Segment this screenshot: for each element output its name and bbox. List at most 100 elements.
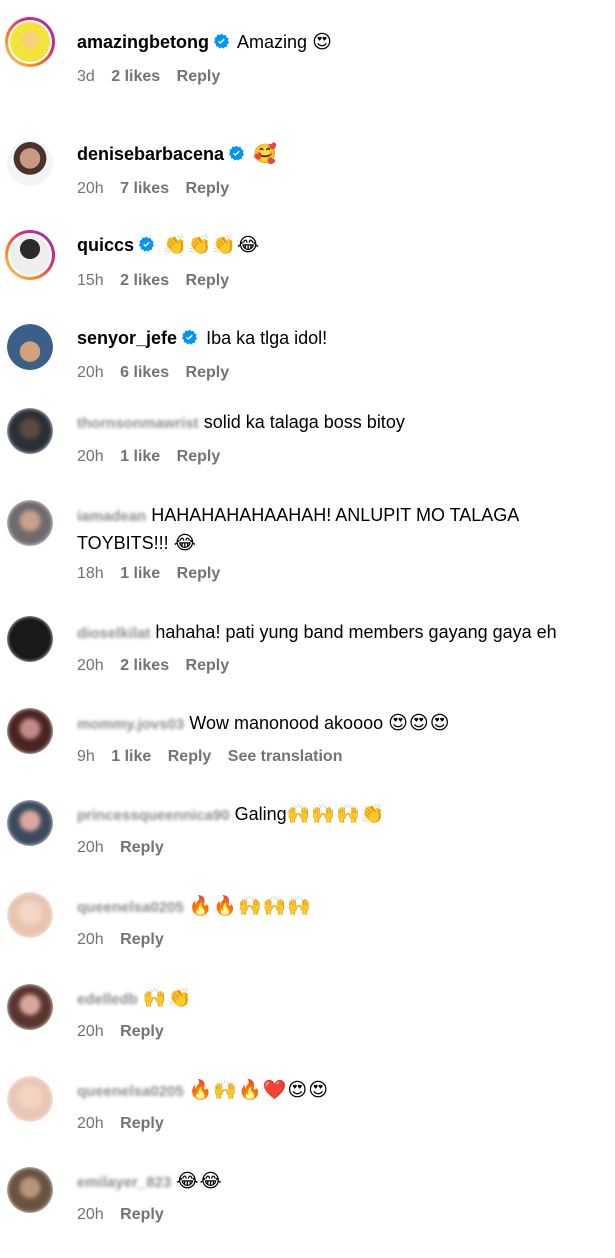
avatar[interactable]	[7, 324, 53, 370]
reply-button[interactable]: Reply	[186, 180, 230, 197]
timestamp[interactable]: 15h	[77, 272, 104, 289]
avatar[interactable]	[7, 708, 53, 754]
comment-text: solid ka talaga boss bitoy	[203, 412, 405, 432]
comment-meta: 20h Reply	[77, 1114, 176, 1134]
timestamp[interactable]: 9h	[77, 748, 95, 765]
avatar[interactable]	[7, 140, 53, 186]
comment-meta: 20h Reply	[77, 1022, 176, 1042]
likes-count[interactable]: 1 like	[111, 748, 151, 765]
timestamp[interactable]: 18h	[77, 565, 104, 582]
likes-count[interactable]: 1 like	[120, 565, 160, 582]
comment-meta: 18h 1 like Reply	[77, 564, 232, 584]
likes-count[interactable]: 6 likes	[120, 364, 169, 381]
comment-body: quiccs 👏👏👏😂	[77, 232, 607, 259]
comment-text: Amazing	[237, 32, 308, 52]
comment-body: princessqueennica90 Galing🙌🙌🙌👏	[77, 801, 607, 829]
username[interactable]: iamadean	[77, 508, 146, 525]
reply-button[interactable]: Reply	[120, 839, 164, 856]
comment-body: emilayer_823 😂😂	[77, 1168, 607, 1196]
reply-button[interactable]: Reply	[120, 931, 164, 948]
emoji: 😂😂	[176, 1171, 223, 1192]
reply-button[interactable]: Reply	[120, 1115, 164, 1132]
avatar[interactable]	[7, 800, 53, 846]
comment-body: amazingbetong Amazing 😍	[77, 29, 607, 56]
emoji: 🙌🙌🙌👏	[286, 804, 386, 825]
emoji: 🔥🙌🔥❤️😍😍	[188, 1080, 330, 1101]
comment-text: Wow manonood akoooo	[189, 713, 384, 733]
timestamp[interactable]: 20h	[77, 839, 104, 856]
emoji: 😂	[173, 533, 197, 554]
username[interactable]: emilayer_823	[77, 1174, 171, 1191]
comment-body: iamadean HAHAHAHAHAAHAH! ANLUPIT MO TALA…	[77, 502, 607, 557]
comment-meta: 20h Reply	[77, 838, 176, 858]
reply-button[interactable]: Reply	[168, 748, 212, 765]
avatar[interactable]	[5, 230, 55, 280]
comment-meta: 20h Reply	[77, 930, 176, 950]
comment-meta: 15h 2 likes Reply	[77, 271, 241, 291]
verified-badge-icon	[214, 33, 230, 49]
likes-count[interactable]: 1 like	[120, 448, 160, 465]
timestamp[interactable]: 20h	[77, 364, 104, 381]
comment-text: Iba ka tlga idol!	[206, 328, 328, 348]
timestamp[interactable]: 20h	[77, 931, 104, 948]
timestamp[interactable]: 20h	[77, 657, 104, 674]
timestamp[interactable]: 3d	[77, 68, 95, 85]
username[interactable]: queenelsa0205	[77, 899, 184, 916]
username[interactable]: princessqueennica90	[77, 807, 230, 824]
verified-badge-icon	[182, 329, 198, 345]
timestamp[interactable]: 20h	[77, 1115, 104, 1132]
comment-text: Galing	[234, 804, 287, 824]
reply-button[interactable]: Reply	[177, 565, 221, 582]
likes-count[interactable]: 2 likes	[120, 272, 169, 289]
avatar[interactable]	[7, 500, 53, 546]
avatar[interactable]	[5, 17, 55, 67]
comment-meta: 20h 1 like Reply	[77, 447, 232, 467]
avatar[interactable]	[7, 408, 53, 454]
username[interactable]: edelledb	[77, 991, 138, 1008]
timestamp[interactable]: 20h	[77, 1023, 104, 1040]
reply-button[interactable]: Reply	[120, 1023, 164, 1040]
timestamp[interactable]: 20h	[77, 1206, 104, 1223]
reply-button[interactable]: Reply	[120, 1206, 164, 1223]
avatar[interactable]	[7, 1076, 53, 1122]
see-translation-button[interactable]: See translation	[228, 748, 343, 765]
reply-button[interactable]: Reply	[186, 272, 230, 289]
comment-body: denisebarbacena 🥰	[77, 141, 607, 168]
username[interactable]: mommy.jovs03	[77, 716, 184, 733]
comment-meta: 20h 2 likes Reply	[77, 656, 241, 676]
avatar[interactable]	[7, 616, 53, 662]
username[interactable]: queenelsa0205	[77, 1083, 184, 1100]
emoji: 😍😍😍	[388, 713, 451, 734]
emoji: 🥰	[253, 144, 278, 165]
reply-button[interactable]: Reply	[177, 448, 221, 465]
reply-button[interactable]: Reply	[177, 68, 221, 85]
timestamp[interactable]: 20h	[77, 180, 104, 197]
comment-body: thornsonmawrist solid ka talaga boss bit…	[77, 409, 607, 437]
username[interactable]: senyor_jefe	[77, 328, 177, 348]
reply-button[interactable]: Reply	[186, 657, 230, 674]
username[interactable]: thornsonmawrist	[77, 415, 199, 432]
likes-count[interactable]: 7 likes	[120, 180, 169, 197]
likes-count[interactable]: 2 likes	[111, 68, 160, 85]
comment-body: queenelsa0205 🔥🙌🔥❤️😍😍	[77, 1077, 607, 1105]
comment-meta: 20h 7 likes Reply	[77, 179, 241, 199]
comment-body: mommy.jovs03 Wow manonood akoooo 😍😍😍	[77, 710, 607, 738]
reply-button[interactable]: Reply	[186, 364, 230, 381]
comment-meta: 3d 2 likes Reply	[77, 67, 232, 87]
username[interactable]: amazingbetong	[77, 32, 209, 52]
comment-meta: 20h Reply	[77, 1205, 176, 1225]
avatar[interactable]	[7, 984, 53, 1030]
likes-count[interactable]: 2 likes	[120, 657, 169, 674]
username[interactable]: dioselkilat	[77, 625, 150, 642]
emoji: 🙌👏	[142, 988, 193, 1009]
emoji: 👏👏👏😂	[163, 235, 261, 256]
avatar[interactable]	[7, 892, 53, 938]
username[interactable]: quiccs	[77, 235, 134, 255]
timestamp[interactable]: 20h	[77, 448, 104, 465]
username[interactable]: denisebarbacena	[77, 144, 224, 164]
avatar[interactable]	[7, 1167, 53, 1213]
comment-text: hahaha! pati yung band members gayang ga…	[155, 622, 557, 642]
verified-badge-icon	[139, 236, 155, 252]
comment-body: senyor_jefe Iba ka tlga idol!	[77, 325, 607, 352]
comment-body: queenelsa0205 🔥🔥🙌🙌🙌	[77, 893, 607, 921]
